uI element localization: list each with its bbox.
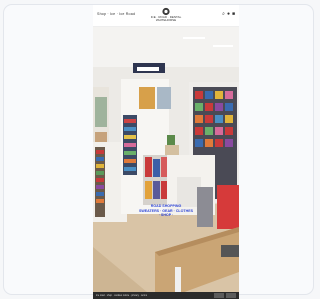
site-logo[interactable]: ICE · ROAD · DENTAL WHITEHORSE [147,7,185,25]
search-icon[interactable]: ⌕ [222,11,225,17]
user-icon[interactable]: ● [227,11,230,17]
store-interior-photo [93,27,239,297]
accept-button[interactable] [226,293,236,298]
logo-text-line2: WHITEHORSE [155,18,177,23]
site-header: Shop · Ice · Ice Road ICE · ROAD · DENTA… [93,5,239,27]
mobile-page-preview[interactable]: Shop · Ice · Ice Road ICE · ROAD · DENTA… [93,5,239,299]
decline-button[interactable] [214,293,224,298]
header-icons: ⌕ ● ■ [222,11,235,17]
hero-overlay-text[interactable]: ROAD SHOPPING SWEATERS · GEAR · CLOTHES … [107,204,225,218]
header-nav-text[interactable]: Shop · Ice · Ice Road [97,12,135,16]
footer-buttons [214,293,236,298]
hero-overlay-line: · SHOP · [158,213,174,218]
bag-icon[interactable]: ■ [232,11,235,17]
footer-text: Ice road · shop · cookies notice · priva… [96,294,148,297]
cookie-footer-bar: Ice road · shop · cookies notice · priva… [93,292,239,299]
